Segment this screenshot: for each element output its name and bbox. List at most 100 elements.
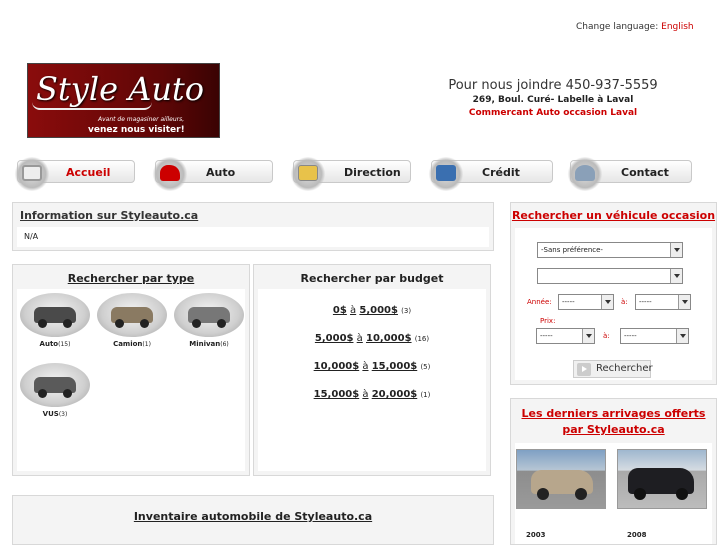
budget-range-1[interactable]: 5,000$ à 10,000$ (16) [258, 333, 486, 344]
nav-label: Direction [344, 166, 401, 179]
search-form: -Sans préférence- Année: ----- à: ----- … [515, 228, 712, 380]
type-item-vus[interactable]: VUS(3) [19, 363, 91, 418]
type-label: Auto [39, 340, 59, 348]
inventory-title[interactable]: Inventaire automobile de Styleauto.ca [13, 510, 493, 523]
model-select[interactable] [537, 268, 683, 284]
search-by-budget-panel: Rechercher par budget 0$ à 5,000$ (3) 5,… [253, 264, 491, 476]
arrival-item[interactable]: 2003 [516, 449, 606, 539]
year-to-select[interactable]: ----- [635, 294, 691, 310]
year-label: Année: [527, 298, 552, 306]
price-to-select[interactable]: ----- [620, 328, 689, 344]
range-count: (16) [414, 335, 430, 343]
range-sep: à [362, 389, 369, 400]
type-count: (3) [58, 411, 68, 418]
info-title[interactable]: Information sur Styleauto.ca [20, 209, 198, 222]
budget-range-2[interactable]: 10,000$ à 15,000$ (5) [258, 361, 486, 372]
price-from-value: ----- [540, 332, 553, 340]
logo-swoosh [32, 102, 152, 110]
bybudget-title: Rechercher par budget [300, 272, 444, 285]
price-to-label: à: [603, 332, 610, 340]
arrivals-title[interactable]: Les derniers arrivages offerts par Style… [511, 406, 716, 438]
range-to: 10,000$ [366, 333, 412, 344]
car-photo-icon [20, 293, 90, 337]
info-panel: Information sur Styleauto.ca N/A [12, 202, 494, 251]
range-count: (3) [401, 307, 412, 315]
range-count: (1) [420, 391, 431, 399]
make-select[interactable]: -Sans préférence- [537, 242, 683, 258]
search-by-type-panel: Rechercher par type Auto(15) Camion(1) M… [12, 264, 250, 476]
search-button[interactable]: Rechercher [573, 360, 653, 378]
contact-phone: Pour nous joindre 450-937-5559 [448, 78, 658, 93]
latest-arrivals-panel: Les derniers arrivages offerts par Style… [510, 398, 717, 545]
main-nav: Accueil Auto Direction Crédit Contact [0, 153, 727, 191]
contact-dealer: Commercant Auto occasion Laval [468, 108, 638, 118]
info-body: N/A [17, 227, 489, 247]
chevron-down-icon [601, 295, 613, 309]
nav-accueil[interactable]: Accueil [14, 157, 135, 191]
vehicle-search-panel: Rechercher un véhicule occasion -Sans pr… [510, 202, 717, 385]
chevron-down-icon [582, 329, 594, 343]
bytype-list: Auto(15) Camion(1) Minivan(6) VUS(3) [17, 289, 245, 471]
budget-range-3[interactable]: 15,000$ à 20,000$ (1) [258, 389, 486, 400]
arrival-year: 2008 [627, 531, 647, 539]
year-to-label: à: [621, 298, 628, 306]
range-count: (5) [420, 363, 431, 371]
range-to: 20,000$ [371, 389, 418, 400]
type-count: (15) [58, 341, 71, 348]
type-count: (6) [220, 341, 229, 348]
logo-visit-text: venez nous visiter! [88, 125, 185, 135]
language-link-english[interactable]: English [661, 22, 694, 32]
make-select-value: -Sans préférence- [541, 246, 603, 254]
site-logo[interactable]: Style Auto Avant de magasiner ailleurs, … [27, 63, 220, 138]
arrivals-list: 2003 2008 [515, 443, 712, 544]
truck-photo-icon [97, 293, 167, 337]
nav-label: Auto [206, 166, 236, 179]
type-item-camion[interactable]: Camion(1) [96, 293, 168, 348]
nav-auto[interactable]: Auto [152, 157, 273, 191]
chevron-down-icon [676, 329, 688, 343]
range-to: 5,000$ [359, 305, 398, 316]
vehicle-photo[interactable] [516, 449, 606, 509]
car-icon [152, 157, 188, 191]
nav-direction[interactable]: Direction [290, 157, 411, 191]
language-switcher: Change language: English [576, 22, 694, 32]
nav-contact[interactable]: Contact [567, 157, 692, 191]
house-icon [14, 157, 50, 191]
range-from: 0$ [332, 305, 347, 316]
chevron-down-icon [670, 243, 682, 257]
nav-credit[interactable]: Crédit [428, 157, 553, 191]
nav-label: Crédit [482, 166, 520, 179]
budget-list: 0$ à 5,000$ (3) 5,000$ à 10,000$ (16) 10… [258, 289, 486, 471]
chevron-down-icon [678, 295, 690, 309]
person-icon [567, 157, 603, 191]
range-sep: à [356, 333, 363, 344]
type-item-minivan[interactable]: Minivan(6) [173, 293, 245, 348]
range-from: 10,000$ [313, 361, 360, 372]
type-item-auto[interactable]: Auto(15) [19, 293, 91, 348]
type-count: (1) [142, 341, 151, 348]
budget-range-0[interactable]: 0$ à 5,000$ (3) [258, 305, 486, 316]
minivan-photo-icon [174, 293, 244, 337]
search-title[interactable]: Rechercher un véhicule occasion [511, 209, 716, 222]
contact-block: Pour nous joindre 450-937-5559 269, Boul… [438, 78, 668, 118]
arrival-year: 2003 [526, 531, 546, 539]
type-label: VUS [42, 410, 59, 418]
credit-card-icon [428, 157, 464, 191]
year-from-select[interactable]: ----- [558, 294, 614, 310]
year-to-value: ----- [639, 298, 652, 306]
bytype-title[interactable]: Rechercher par type [13, 272, 249, 285]
nav-label: Contact [621, 166, 669, 179]
nav-label: Accueil [66, 166, 111, 179]
play-icon [577, 363, 591, 376]
price-label: Prix: [540, 317, 556, 325]
arrival-item[interactable]: 2008 [617, 449, 707, 539]
year-from-value: ----- [562, 298, 575, 306]
range-from: 15,000$ [313, 389, 360, 400]
price-from-select[interactable]: ----- [536, 328, 595, 344]
range-from: 5,000$ [314, 333, 354, 344]
logo-slogan: Avant de magasiner ailleurs, [98, 116, 185, 123]
price-to-value: ----- [624, 332, 637, 340]
search-button-label: Rechercher [596, 363, 653, 374]
map-icon [290, 157, 326, 191]
vehicle-photo[interactable] [617, 449, 707, 509]
